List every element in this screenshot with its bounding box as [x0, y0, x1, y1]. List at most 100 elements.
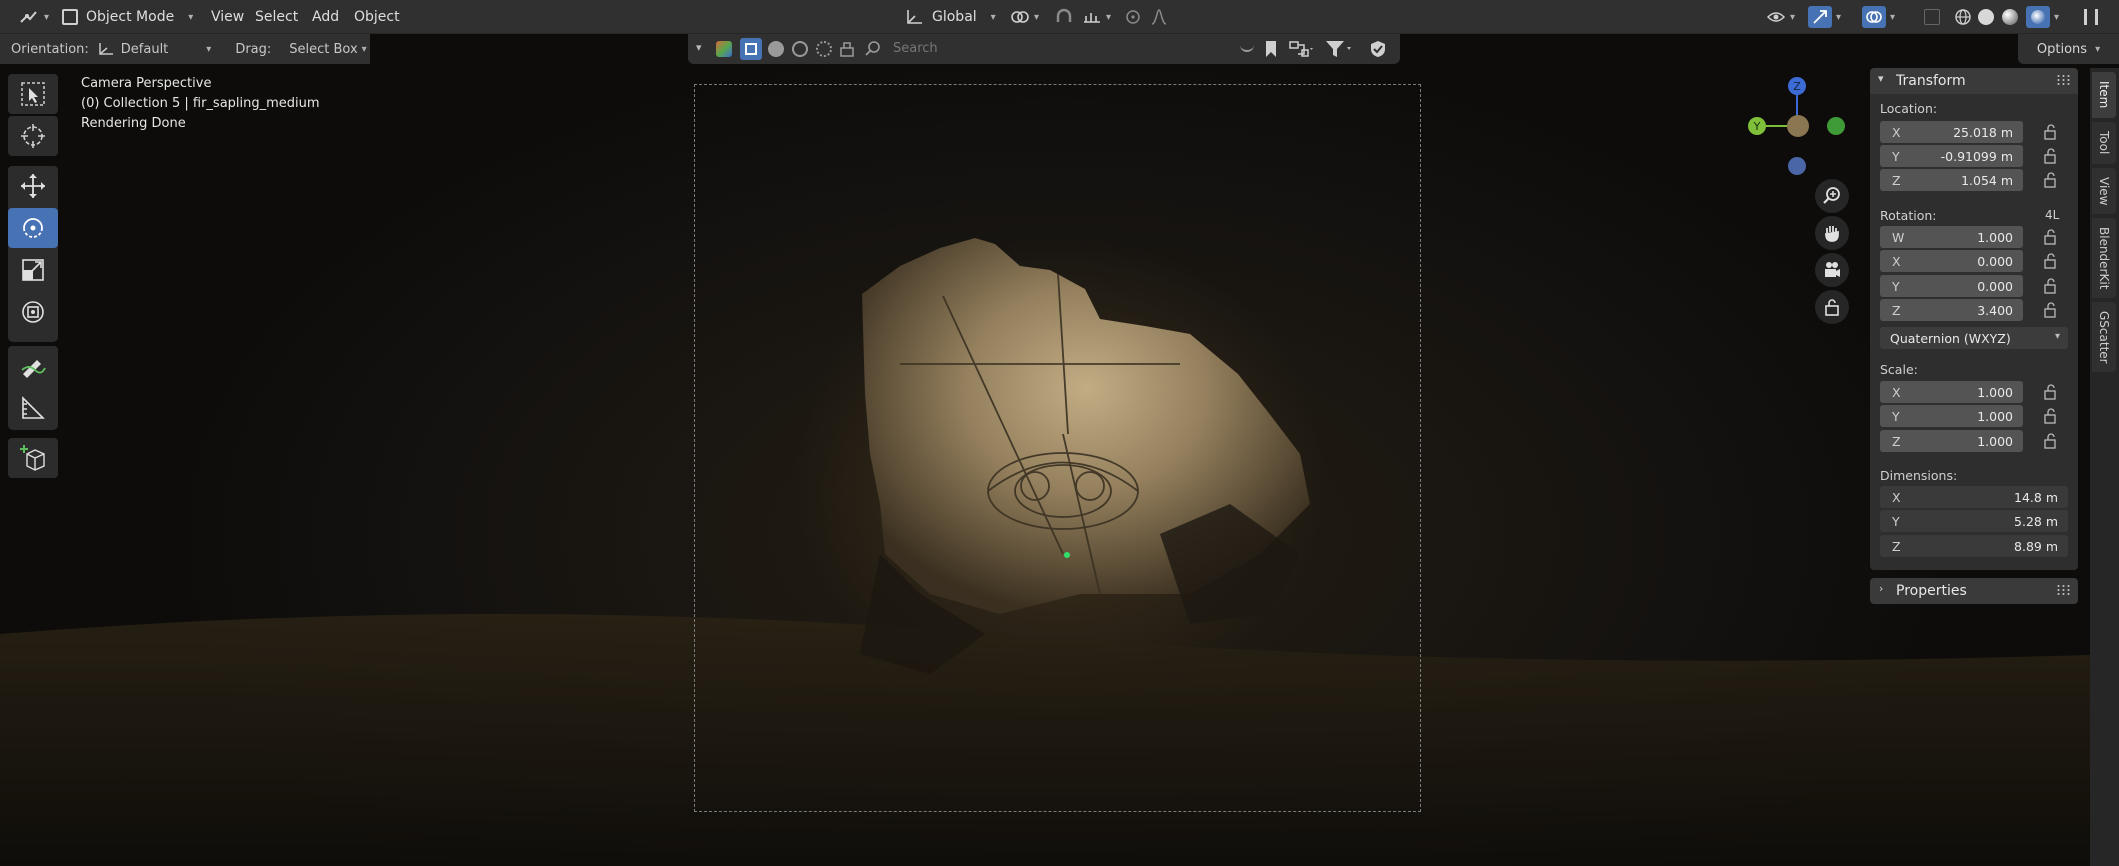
menu-select[interactable]: Select — [255, 6, 298, 28]
unlock-icon[interactable] — [2042, 433, 2060, 449]
tab-gscatter[interactable]: GScatter — [2092, 302, 2116, 372]
gizmo-neg-y-axis[interactable] — [1787, 115, 1809, 137]
rotation-z-field[interactable]: Z 3.400 — [1880, 299, 2023, 321]
measure-tool[interactable] — [8, 388, 58, 428]
axis-label: Y — [1892, 279, 1900, 294]
rotation-y-field[interactable]: Y 0.000 — [1880, 275, 2023, 297]
properties-panel-header[interactable]: › Properties — [1870, 578, 2078, 604]
drag-grip-icon[interactable] — [2056, 74, 2070, 86]
gizmo-neg-z-axis[interactable] — [1788, 157, 1806, 175]
move-tool[interactable] — [8, 166, 58, 206]
add-cube-tool[interactable] — [8, 438, 58, 478]
dimensions-x-field[interactable]: X 14.8 m — [1880, 486, 2068, 508]
toggle-sidebar-button[interactable] — [2084, 6, 2098, 28]
network-icon[interactable] — [816, 41, 832, 57]
unlock-icon[interactable] — [2042, 302, 2060, 318]
dimensions-z-field[interactable]: Z 8.89 m — [1880, 535, 2068, 557]
cursor-tool[interactable] — [8, 116, 58, 156]
falloff-dropdown[interactable] — [1150, 6, 1168, 28]
bookmark-icon[interactable] — [1264, 40, 1278, 58]
unlock-icon[interactable] — [2042, 124, 2060, 140]
zoom-button[interactable] — [1815, 179, 1849, 213]
scale-tool[interactable] — [8, 250, 58, 290]
gizmo-toggle[interactable]: ▾ — [1808, 6, 1841, 28]
location-x-field[interactable]: X 25.018 m — [1880, 121, 2023, 143]
menu-view[interactable]: View — [211, 6, 244, 28]
field-value: 8.89 m — [2014, 539, 2058, 554]
location-y-field[interactable]: Y -0.91099 m — [1880, 145, 2023, 167]
zoom-magnifier-icon — [1823, 187, 1840, 204]
dimensions-y-field[interactable]: Y 5.28 m — [1880, 510, 2068, 532]
axis-label: Z — [1892, 539, 1901, 554]
properties-panel-title: Properties — [1896, 583, 1967, 599]
tab-tool[interactable]: Tool — [2092, 122, 2116, 164]
view-object-types-dropdown[interactable]: ▾ — [696, 41, 702, 54]
drag-grip-icon[interactable] — [2056, 584, 2070, 596]
navigation-gizmo[interactable]: Z Y — [1748, 76, 1848, 176]
overlays-toggle[interactable]: ▾ — [1862, 6, 1895, 28]
proportional-editing-toggle[interactable] — [1124, 6, 1142, 28]
tab-view[interactable]: View — [2092, 168, 2116, 214]
unlock-icon[interactable] — [2042, 408, 2060, 424]
unlock-icon[interactable] — [2042, 229, 2060, 245]
select-mode-icon[interactable] — [740, 38, 762, 60]
filter-dropdown[interactable] — [1324, 39, 1352, 59]
search-input[interactable]: Search — [893, 41, 938, 56]
rotation-mode-dropdown[interactable]: Quaternion (WXYZ) ▾ — [1880, 327, 2068, 349]
viewport-header-bar: ▾ Object Mode ▾ View Select Add Object G… — [0, 0, 2119, 34]
drag-option-dropdown[interactable]: Select Box ▾ — [289, 42, 366, 57]
visibility-dropdown[interactable]: ▾ — [1766, 6, 1795, 28]
tab-blenderkit[interactable]: BlenderKit — [2092, 218, 2116, 298]
transform-panel-header[interactable]: ▾ Transform — [1870, 68, 2078, 94]
snap-target-dropdown[interactable]: ▾ — [1082, 6, 1111, 28]
field-value: 1.000 — [1977, 434, 2013, 449]
scale-x-field[interactable]: X 1.000 — [1880, 381, 2023, 403]
transform-tool[interactable] — [8, 292, 58, 332]
field-value: 1.000 — [1977, 385, 2013, 400]
shading-material[interactable] — [2002, 6, 2018, 28]
pan-button[interactable] — [1815, 216, 1849, 250]
restrict-icon[interactable] — [1240, 42, 1254, 52]
unlock-icon[interactable] — [2042, 148, 2060, 164]
gizmo-neg-x-axis[interactable] — [1827, 117, 1845, 135]
object-types-icon[interactable] — [716, 41, 732, 57]
pivot-point-dropdown[interactable]: ▾ — [1010, 6, 1039, 28]
rotation-w-field[interactable]: W 1.000 — [1880, 226, 2023, 248]
lock-4l-toggle[interactable]: 4L — [2045, 208, 2059, 222]
dimensions-label: Dimensions: — [1880, 468, 1958, 483]
particles-icon[interactable] — [792, 41, 808, 57]
menu-object[interactable]: Object — [354, 6, 400, 28]
shading-rendered[interactable]: ▾ — [2026, 6, 2059, 28]
unlock-icon[interactable] — [2042, 253, 2060, 269]
xray-toggle[interactable] — [1924, 6, 1940, 28]
options-dropdown[interactable]: Options ▾ — [2018, 34, 2119, 64]
orientation-option-dropdown[interactable]: Default ▾ — [97, 41, 211, 57]
snap-increment-icon — [1084, 13, 1100, 23]
select-box-tool[interactable] — [8, 74, 58, 114]
lock-camera-button[interactable] — [1815, 290, 1849, 324]
hierarchy-dropdown[interactable] — [1288, 40, 1314, 58]
shield-icon[interactable] — [1368, 39, 1388, 59]
menu-add[interactable]: Add — [312, 6, 339, 28]
location-z-field[interactable]: Z 1.054 m — [1880, 169, 2023, 191]
shading-solid[interactable] — [1978, 6, 1994, 28]
mode-dropdown[interactable]: Object Mode ▾ — [62, 6, 193, 28]
gizmo-y-label: Y — [1753, 120, 1761, 133]
annotate-tool[interactable] — [8, 346, 58, 386]
unlock-icon[interactable] — [2042, 278, 2060, 294]
tool-icon[interactable] — [838, 40, 856, 58]
unlock-icon[interactable] — [2042, 172, 2060, 188]
sphere-icon[interactable] — [768, 41, 784, 57]
rotate-tool[interactable] — [8, 208, 58, 248]
unlock-icon[interactable] — [2042, 384, 2060, 400]
editor-type-button[interactable]: ▾ — [18, 6, 49, 28]
tab-item[interactable]: Item — [2092, 72, 2116, 118]
snap-toggle[interactable] — [1054, 6, 1074, 28]
shading-wireframe[interactable] — [1954, 6, 1972, 28]
orientation-option-value: Default — [120, 41, 169, 57]
rotation-x-field[interactable]: X 0.000 — [1880, 250, 2023, 272]
transform-orientation-dropdown[interactable]: Global ▾ — [904, 6, 996, 28]
scale-y-field[interactable]: Y 1.000 — [1880, 405, 2023, 427]
camera-view-button[interactable] — [1815, 253, 1849, 287]
scale-z-field[interactable]: Z 1.000 — [1880, 430, 2023, 452]
